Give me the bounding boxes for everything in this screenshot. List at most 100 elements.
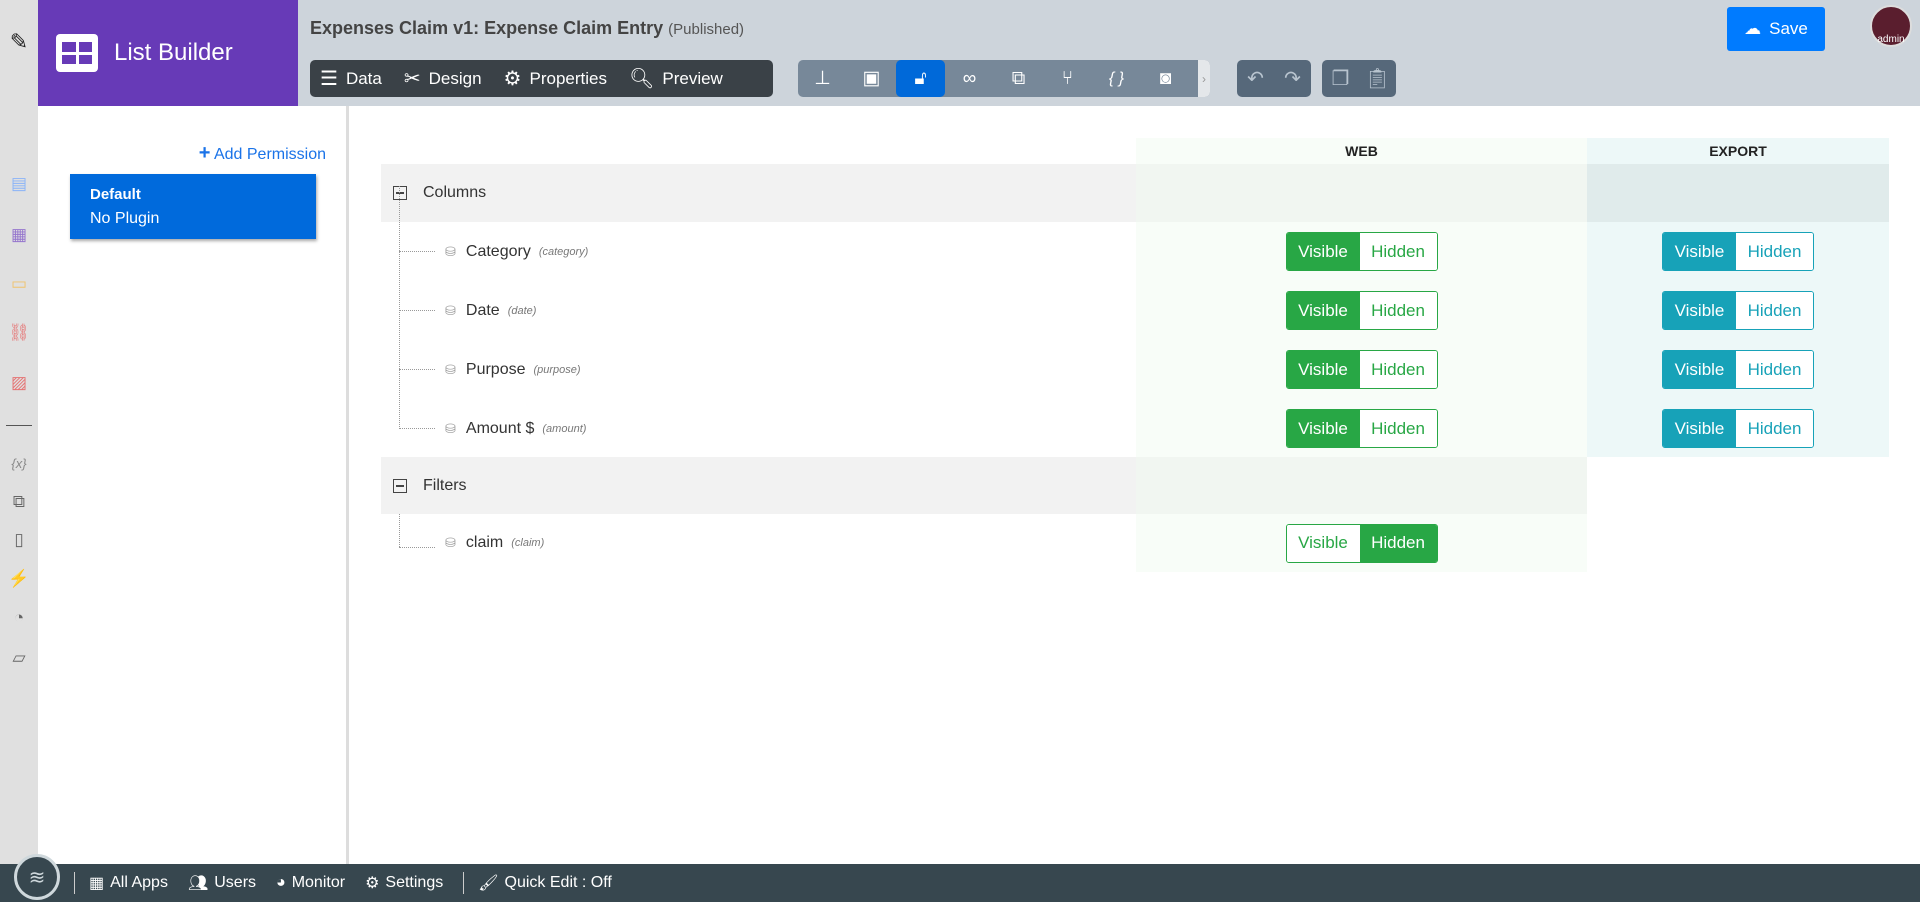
tab-properties[interactable]: ⚙ Properties [504,66,607,91]
binoculars-icon[interactable]: ∞ [945,60,994,97]
group-label: Columns [423,184,487,201]
joget-logo[interactable]: ≋ [14,854,60,900]
avatar[interactable]: admin [1870,5,1912,47]
monitor-label: Monitor [291,874,346,891]
left-icon-strip: ✎ ▤ ▦ ▭ ⛓ ▨ {x} ⧉ ▯ ⚡ ◔ ▱ [0,0,38,864]
tab-label: Design [428,68,482,88]
group-row-columns: Columns [381,164,1889,222]
hidden-option[interactable]: Hidden [1736,233,1813,270]
visible-option[interactable]: Visible [1663,351,1736,388]
tree-icon[interactable]: ⊥ [798,60,847,97]
undo-icon[interactable]: ↶ [1237,60,1274,97]
visible-option[interactable]: Visible [1286,410,1360,447]
hidden-option[interactable]: Hidden [1736,351,1813,388]
camera-icon[interactable]: ◙ [1141,60,1190,97]
tab-design[interactable]: ✂ Design [404,66,482,91]
report-icon[interactable]: ▨ [7,371,31,395]
translate-icon[interactable]: ⧉ [7,490,31,514]
web-visibility-toggle: Visible Hidden [1285,523,1438,563]
permission-panel: + Add Permission Default No Plugin [38,106,349,864]
table-row: ⛁ Purpose (purpose) Visible Hidden Visible H… [381,340,1889,399]
process-icon[interactable]: ⛓ [7,321,31,345]
publish-status: (Published) [668,21,745,38]
table-icon: ☰ [320,68,338,90]
brand: List Builder [38,0,298,106]
redo-icon[interactable]: ↷ [1274,60,1311,97]
form-icon[interactable]: ▤ [7,172,31,196]
field-icon: ⛁ [445,535,456,550]
field-label: Date [465,301,500,319]
hidden-option[interactable]: Hidden [1736,292,1813,329]
edit-icon[interactable]: ✎ [7,29,31,54]
variables-icon[interactable]: {x} [7,451,31,475]
hidden-option[interactable]: Hidden [1359,233,1437,270]
hidden-option[interactable]: Hidden [1736,410,1813,447]
field-label: Purpose [465,360,526,378]
table-row: ⛁ Amount $ (amount) Visible Hidden Visible H… [381,399,1889,458]
permission-plugin: No Plugin [90,210,160,227]
visible-option[interactable]: Visible [1286,524,1360,562]
chart-file-icon[interactable]: ▯ [7,528,31,552]
permission-name: Default [90,186,141,203]
field-label: claim [465,534,504,551]
export-header: EXPORT [1709,143,1767,159]
group-row-filters: Filters [381,457,1889,514]
quick-edit-label: Quick Edit : Off [504,874,612,891]
field-icon: ⛁ [445,361,456,377]
list-icon[interactable]: ▦ [7,223,31,247]
history-group: ↶ ↷ [1237,60,1311,97]
visible-option[interactable]: Visible [1663,292,1736,329]
all-apps-label: All Apps [110,874,168,891]
scroll-icon[interactable]: ▱ [7,646,31,670]
permission-item-default[interactable]: Default No Plugin [70,174,316,239]
visible-option[interactable]: Visible [1663,410,1736,447]
lock-icon[interactable]: 🔓︎ [896,60,945,97]
visible-option[interactable]: Visible [1286,351,1360,388]
monitor-link[interactable]: ◕ Monitor [276,874,345,892]
users-label: Users [214,874,257,891]
users-link[interactable]: 👥︎ Users [188,873,256,893]
table-row: ⛁ Category (category) Visible Hidden Visibl… [381,222,1889,281]
userview-icon[interactable]: ▭ [7,272,31,296]
tab-label: Properties [529,68,607,88]
tab-label: Preview [662,68,723,88]
translate-icon[interactable]: ⧉ [994,60,1043,97]
paste-icon[interactable]: 📋︎ [1359,60,1396,97]
design-icon: ✂ [403,68,421,90]
builder-tabs: ☰ Data ✂ Design ⚙ Properties 🔍︎ Preview [310,60,773,97]
tab-preview[interactable]: 🔍︎ Preview [629,66,723,91]
settings-link[interactable]: ⚙ Settings [365,873,443,893]
hidden-option[interactable]: Hidden [1359,524,1437,562]
footer-bar: ≋ ▦ All Apps 👥︎ Users ◕ Monitor ⚙ Settings 🖌… [0,854,1920,902]
tool-bar: ⊥ ▣ 🔓︎ ∞ ⧉ ⑂ { } ◙ › [798,60,1210,97]
copy-icon[interactable]: ❐ [1322,60,1359,97]
add-permission-link[interactable]: + Add Permission [199,142,326,165]
braces-icon[interactable]: { } [1092,60,1141,97]
field-code: (date) [507,304,537,317]
visible-option[interactable]: Visible [1286,292,1360,329]
all-apps-link[interactable]: ▦ All Apps [89,873,168,893]
branch-icon[interactable]: ⑂ [1043,60,1092,97]
tab-label: Data [345,68,382,88]
form-icon[interactable]: ▣ [847,60,896,97]
hidden-option[interactable]: Hidden [1359,351,1437,388]
plugin-icon[interactable]: ⚡ [7,567,31,591]
gauge-icon[interactable]: ◔ [7,606,31,630]
hidden-option[interactable]: Hidden [1359,410,1437,447]
title-text: Expenses Claim v1: Expense Claim Entry [310,18,664,38]
page-title: Expenses Claim v1: Expense Claim Entry (… [310,18,744,39]
gear-icon: ⚙ [503,68,522,90]
field-code: (category) [538,245,589,258]
settings-label: Settings [385,874,444,891]
tab-data[interactable]: ☰ Data [320,66,382,91]
visible-option[interactable]: Visible [1663,233,1736,270]
quick-edit-toggle[interactable]: 🖌︎ Quick Edit : Off [478,873,612,893]
hidden-option[interactable]: Hidden [1359,292,1437,329]
collapse-icon[interactable] [393,478,407,493]
app-name: List Builder [114,39,233,66]
collapse-icon[interactable] [393,186,407,200]
chevron-right-icon[interactable]: › [1198,60,1210,97]
save-button[interactable]: ☁ Save [1727,7,1825,51]
visible-option[interactable]: Visible [1286,233,1360,270]
field-icon: ⛁ [445,243,456,259]
